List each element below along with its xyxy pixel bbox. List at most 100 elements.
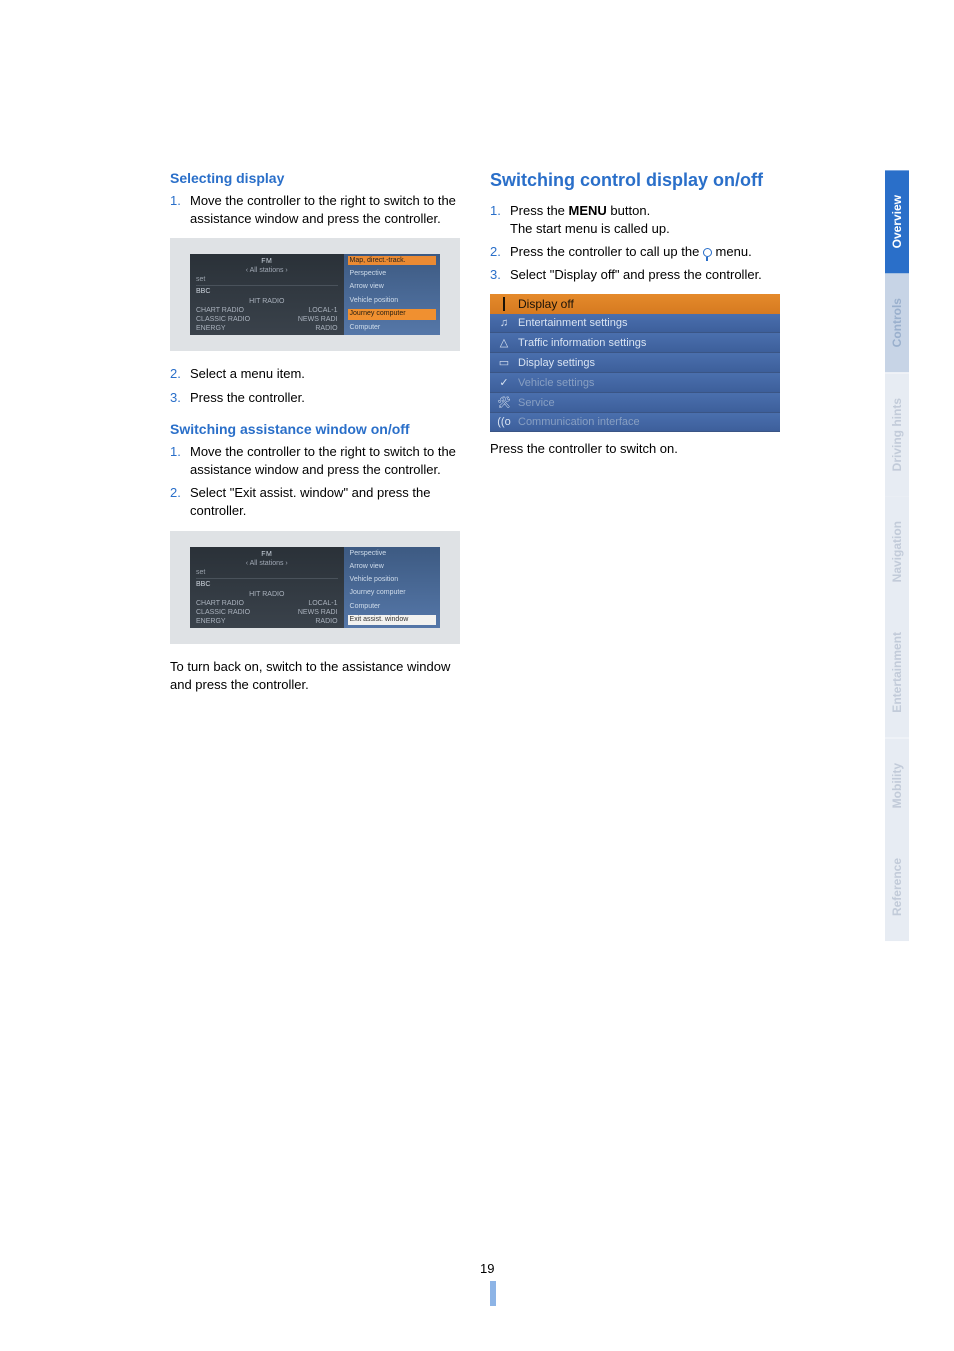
display-icon: ▭ (496, 356, 512, 369)
heading-selecting-display: Selecting display (170, 170, 460, 186)
menu-label: Communication interface (518, 416, 640, 428)
ss-r-persp: Perspective (348, 549, 436, 559)
ss-bbc: BBC (196, 288, 338, 295)
info-icon (703, 248, 712, 257)
radio-screenshot-2: FM ‹ All stations › set BBC HIT RADIO CH… (170, 531, 460, 644)
menu-label: Service (518, 397, 555, 409)
ss-top: FM (196, 551, 338, 558)
tab-overview[interactable]: Overview (885, 170, 909, 273)
radio-screenshot-1: FM ‹ All stations › set BBC HIT RADIO CH… (170, 238, 460, 351)
tab-mobility[interactable]: Mobility (885, 738, 909, 833)
ss-chart: CHART RADIO (196, 600, 244, 607)
ss-r-computer: Computer (348, 323, 436, 333)
tab-driving[interactable]: Driving hints (885, 373, 909, 496)
ss-chart: CHART RADIO (196, 307, 244, 314)
menu-display-settings: ▭ Display settings (490, 353, 780, 373)
ss-r-vehicle: Vehicle position (348, 296, 436, 306)
ss-r-exit: Exit assist. window (348, 615, 436, 625)
menu-service: 🛠 Service (490, 393, 780, 413)
content-columns: Selecting display 1. Move the controller… (170, 170, 894, 702)
step-number: 2. (170, 484, 190, 520)
list-selecting: 1. Move the controller to the right to s… (170, 192, 460, 228)
ss-r-arrow: Arrow view (348, 562, 436, 572)
tab-entertainment[interactable]: Entertainment (885, 607, 909, 738)
list-assist: 1. Move the controller to the right to s… (170, 443, 460, 521)
ss-radio: RADIO (315, 618, 337, 625)
ss-radio: RADIO (315, 325, 337, 332)
ss-news: NEWS RADI (298, 316, 338, 323)
car-icon: ✓ (496, 376, 512, 389)
ss-energy: ENERGY (196, 618, 226, 625)
step-number: 2. (490, 243, 510, 261)
side-tabs: Overview Controls Driving hints Navigati… (885, 170, 909, 941)
list-switching: 1. Press the MENU button. The start menu… (490, 202, 780, 285)
step-number: 3. (490, 266, 510, 284)
ss-set: set (196, 276, 338, 283)
step-number: 3. (170, 389, 190, 407)
step-number: 1. (170, 443, 190, 479)
step-text: Press the controller. (190, 389, 460, 407)
step-text-c: button. (607, 203, 650, 218)
heading-assist-window: Switching assistance window on/off (170, 421, 460, 437)
antenna-icon: ((o (496, 416, 512, 428)
menu-label: Traffic information settings (518, 337, 646, 349)
ss-r-arrow: Arrow view (348, 282, 436, 292)
warning-icon: △ (496, 336, 512, 349)
ss-set: set (196, 569, 338, 576)
menu-label: Display off (518, 297, 574, 311)
ss-local: LOCAL-1 (308, 600, 337, 607)
ss-stations: ‹ All stations › (196, 560, 338, 567)
wrench-icon: 🛠 (496, 396, 512, 409)
ss-stations: ‹ All stations › (196, 267, 338, 274)
tab-controls[interactable]: Controls (885, 273, 909, 372)
ss-r-journey: Journey computer (348, 588, 436, 598)
page-container: Selecting display 1. Move the controller… (0, 0, 954, 1351)
switch-on-text: Press the controller to switch on. (490, 440, 780, 458)
ss-hit: HIT RADIO (249, 591, 284, 598)
ss-hit: HIT RADIO (249, 298, 284, 305)
menu-entertainment: ♫ Entertainment settings (490, 314, 780, 333)
menu-traffic: △ Traffic information settings (490, 333, 780, 353)
ss-r-map: Map, direct.-track. (348, 256, 436, 265)
step-text: Move the controller to the right to swit… (190, 443, 460, 479)
menu-label: Display settings (518, 357, 595, 369)
step-text-b: menu. (712, 244, 752, 259)
menu-button-label: MENU (569, 203, 607, 218)
equalizer-icon: ♫ (496, 317, 512, 329)
tab-reference[interactable]: Reference (885, 833, 909, 941)
page-number: 19 (480, 1261, 494, 1276)
ss-r-persp: Perspective (348, 269, 436, 279)
ss-classic: CLASSIC RADIO (196, 316, 250, 323)
ss-r-computer: Computer (348, 602, 436, 612)
assist-back-on-text: To turn back on, switch to the assistanc… (170, 658, 460, 694)
display-off-menu: Display off ♫ Entertainment settings △ T… (490, 294, 780, 432)
menu-vehicle: ✓ Vehicle settings (490, 373, 780, 393)
step-text: Press the controller to call up the menu… (510, 243, 780, 261)
menu-display-off: Display off (490, 294, 780, 314)
step-text-a: Press the controller to call up the (510, 244, 703, 259)
menu-comm: ((o Communication interface (490, 413, 780, 432)
step-text: Press the MENU button. The start menu is… (510, 202, 780, 238)
step-number: 1. (490, 202, 510, 238)
monitor-icon (496, 298, 512, 310)
ss-local: LOCAL-1 (308, 307, 337, 314)
tab-navigation[interactable]: Navigation (885, 496, 909, 607)
step-text: Select "Exit assist. window" and press t… (190, 484, 460, 520)
step-text-a: Press the (510, 203, 569, 218)
left-column: Selecting display 1. Move the controller… (170, 170, 460, 702)
step-text: Move the controller to the right to swit… (190, 192, 460, 228)
list-selecting-2: 2. Select a menu item. 3. Press the cont… (170, 365, 460, 406)
step-text-d: The start menu is called up. (510, 221, 670, 236)
ss-classic: CLASSIC RADIO (196, 609, 250, 616)
step-number: 2. (170, 365, 190, 383)
step-number: 1. (170, 192, 190, 228)
right-column: Switching control display on/off 1. Pres… (490, 170, 780, 702)
ss-news: NEWS RADI (298, 609, 338, 616)
ss-r-journey: Journey computer (348, 309, 436, 319)
step-text: Select "Display off" and press the contr… (510, 266, 780, 284)
step-text: Select a menu item. (190, 365, 460, 383)
ss-top: FM (196, 258, 338, 265)
menu-label: Vehicle settings (518, 377, 594, 389)
page-mark (490, 1281, 496, 1306)
ss-bbc: BBC (196, 581, 338, 588)
